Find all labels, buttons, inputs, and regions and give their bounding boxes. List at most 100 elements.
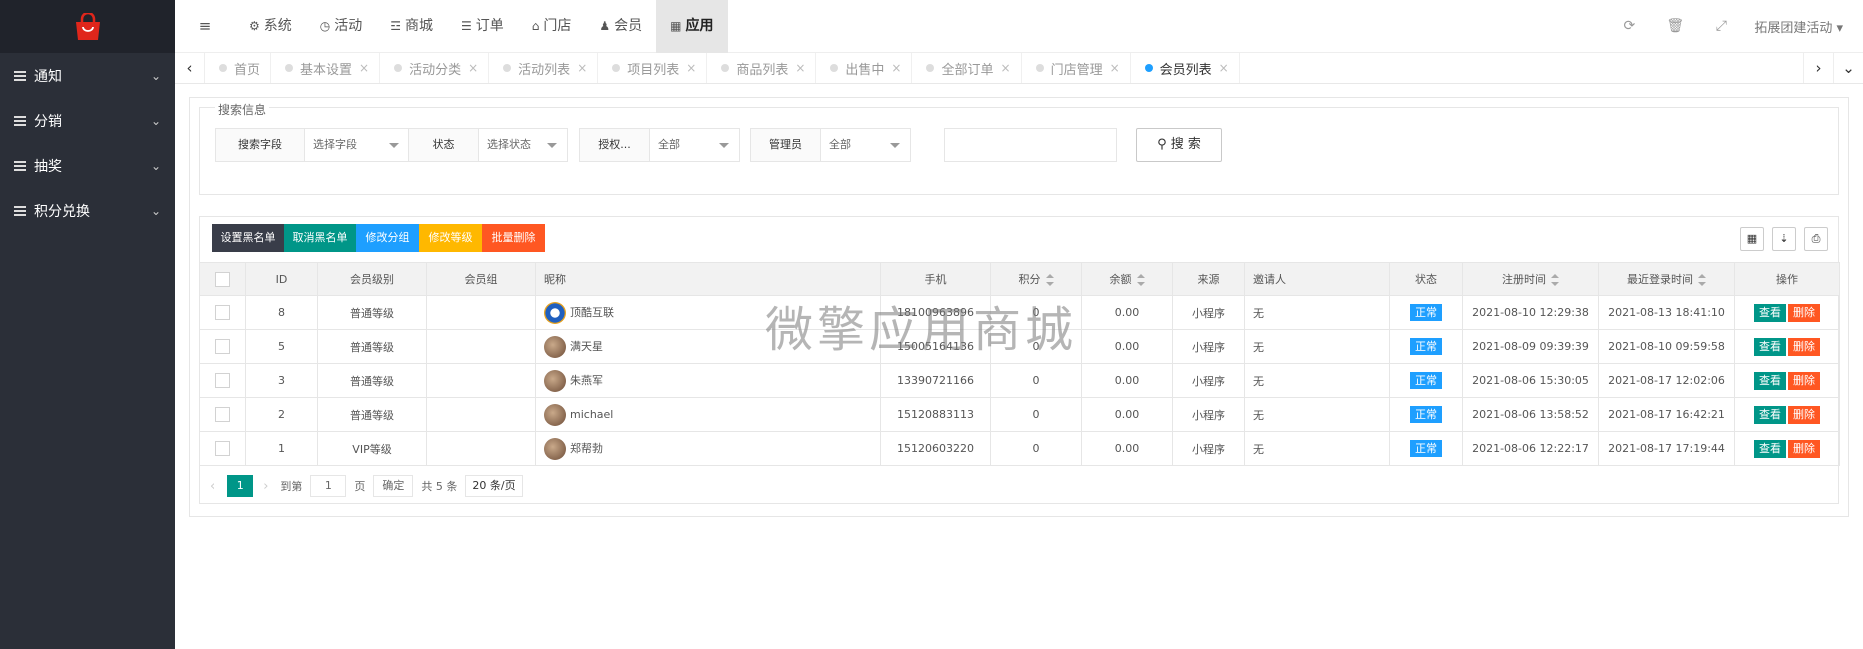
close-icon[interactable]: × — [468, 61, 478, 75]
cell-balance: 0.00 — [1081, 295, 1173, 330]
nav-system[interactable]: ⚙ 系统 — [235, 0, 306, 53]
goto-confirm-button[interactable]: 确定 — [373, 475, 414, 497]
cell-actions: 查看 删除 — [1734, 397, 1840, 432]
select-all-checkbox[interactable] — [215, 271, 230, 287]
row-checkbox[interactable] — [215, 441, 230, 456]
table-row: 1 VIP等级 郑帮勃 15120603220 0 0.00 小程序 无 正常 … — [199, 431, 1840, 466]
sort-icon[interactable] — [1551, 274, 1559, 286]
prev-page-icon[interactable]: ‹ — [210, 479, 215, 494]
row-checkbox[interactable] — [215, 339, 230, 354]
close-icon[interactable]: × — [1110, 61, 1120, 75]
status-badge: 正常 — [1410, 440, 1442, 457]
page-unit: 页 — [354, 480, 366, 493]
cell-source: 小程序 — [1172, 431, 1245, 466]
change-level-button[interactable]: 修改等级 — [419, 224, 482, 252]
auth-label: 授权... — [580, 129, 650, 161]
close-icon[interactable]: × — [891, 61, 901, 75]
sort-icon[interactable] — [1698, 274, 1706, 286]
sidebar-item-points-exchange[interactable]: 积分兑换 ⌄ — [0, 188, 175, 233]
view-button[interactable]: 查看 — [1754, 303, 1786, 322]
search-panel: 搜索信息 搜索字段 选择字段 状态 选择状态 授权... 全部 管理员 全部 ⚲… — [199, 101, 1839, 195]
tab-activity-list[interactable]: 活动列表 × — [489, 53, 599, 83]
sidebar-item-notify[interactable]: 通知 ⌄ — [0, 53, 175, 98]
batch-delete-button[interactable]: 批量删除 — [482, 224, 545, 252]
auth-select[interactable]: 全部 — [650, 129, 739, 161]
user-menu[interactable]: 拓展团建活动 ▾ — [1744, 17, 1863, 36]
gears-icon: ⚙ — [249, 18, 260, 33]
trash-icon[interactable]: 🗑 — [1652, 18, 1698, 34]
cancel-blacklist-button[interactable]: 取消黑名单 — [284, 224, 356, 252]
tab-scroll-right-icon[interactable]: › — [1803, 53, 1833, 83]
nav-label: 订单 — [475, 17, 504, 34]
col-id: ID — [245, 262, 318, 296]
view-button[interactable]: 查看 — [1754, 405, 1786, 424]
delete-button[interactable]: 删除 — [1788, 337, 1820, 356]
tab-home[interactable]: 首页 — [205, 53, 272, 83]
close-icon[interactable]: × — [686, 61, 696, 75]
cell-nick: 朱燕军 — [535, 363, 881, 398]
logo[interactable] — [0, 0, 175, 53]
tab-activity-category[interactable]: 活动分类 × — [380, 53, 490, 83]
menu-toggle-icon[interactable]: ≡ — [175, 17, 235, 35]
keyword-input[interactable] — [944, 128, 1117, 162]
tab-member-list[interactable]: 会员列表 × — [1131, 53, 1240, 83]
current-page[interactable]: 1 — [227, 475, 254, 497]
tab-all-orders[interactable]: 全部订单 × — [912, 53, 1022, 83]
search-icon: ⚲ — [1157, 137, 1167, 152]
export-icon[interactable]: ⇣ — [1772, 227, 1796, 251]
change-group-button[interactable]: 修改分组 — [356, 224, 419, 252]
close-icon[interactable]: × — [359, 61, 369, 75]
print-icon[interactable]: ⎙ — [1804, 227, 1828, 251]
status-select[interactable]: 选择状态 — [479, 129, 567, 161]
col-last-login[interactable]: 最近登录时间 — [1598, 262, 1735, 296]
tab-product-list[interactable]: 商品列表 × — [707, 53, 817, 83]
close-icon[interactable]: × — [1219, 61, 1229, 75]
goto-page-input[interactable]: 1 — [310, 475, 347, 497]
nav-activity[interactable]: ◷ 活动 — [306, 0, 376, 53]
admin-select[interactable]: 全部 — [821, 129, 910, 161]
tab-basic-settings[interactable]: 基本设置 × — [271, 53, 381, 83]
delete-button[interactable]: 删除 — [1788, 303, 1820, 322]
sort-icon[interactable] — [1136, 274, 1145, 286]
tab-scroll-left-icon[interactable]: ‹ — [175, 53, 205, 83]
delete-button[interactable]: 删除 — [1788, 439, 1820, 458]
refresh-icon[interactable]: ⟳ — [1606, 18, 1652, 34]
close-icon[interactable]: × — [795, 61, 805, 75]
tab-on-sale[interactable]: 出售中 × — [816, 53, 913, 83]
nav-apps[interactable]: ▦ 应用 — [656, 0, 728, 53]
row-checkbox[interactable] — [215, 305, 230, 320]
next-page-icon[interactable]: › — [263, 479, 268, 494]
close-icon[interactable]: × — [577, 61, 587, 75]
tab-label: 活动分类 — [409, 62, 462, 78]
nav-mall[interactable]: ☲ 商城 — [376, 0, 447, 53]
page-tabs: ‹ 首页 基本设置 × 活动分类 × 活动列表 × 项目列表 × 商品列表 × 出售中 × … — [175, 53, 1863, 84]
sort-icon[interactable] — [1045, 274, 1054, 286]
set-blacklist-button[interactable]: 设置黑名单 — [212, 224, 284, 252]
row-checkbox[interactable] — [215, 373, 230, 388]
nav-member[interactable]: ♟ 会员 — [585, 0, 656, 53]
columns-icon[interactable]: ▦ — [1740, 227, 1764, 251]
search-button[interactable]: ⚲ 搜 索 — [1136, 128, 1222, 162]
page-size-select[interactable]: 20 条/页 — [465, 475, 523, 497]
delete-button[interactable]: 删除 — [1788, 405, 1820, 424]
delete-button[interactable]: 删除 — [1788, 371, 1820, 390]
col-reg-time[interactable]: 注册时间 — [1462, 262, 1599, 296]
tab-store-management[interactable]: 门店管理 × — [1022, 53, 1131, 83]
view-button[interactable]: 查看 — [1754, 337, 1786, 356]
close-icon[interactable]: × — [1001, 61, 1011, 75]
sidebar-item-lottery[interactable]: 抽奖 ⌄ — [0, 143, 175, 188]
row-checkbox-cell — [199, 431, 246, 466]
col-points-label: 积分 — [1018, 273, 1041, 286]
sidebar-item-distribution[interactable]: 分销 ⌄ — [0, 98, 175, 143]
nav-label: 门店 — [543, 17, 572, 34]
view-button[interactable]: 查看 — [1754, 439, 1786, 458]
tab-menu-chevron-down-icon[interactable]: ⌄ — [1833, 53, 1863, 83]
nav-order[interactable]: ☰ 订单 — [447, 0, 518, 53]
nav-store[interactable]: ⌂ 门店 — [518, 0, 586, 53]
col-balance[interactable]: 余额 — [1081, 262, 1173, 296]
row-checkbox[interactable] — [215, 407, 230, 422]
search-field-select[interactable]: 选择字段 — [305, 129, 409, 161]
fullscreen-icon[interactable]: ⤢ — [1698, 18, 1744, 34]
tab-project-list[interactable]: 项目列表 × — [598, 53, 708, 83]
view-button[interactable]: 查看 — [1754, 371, 1786, 390]
